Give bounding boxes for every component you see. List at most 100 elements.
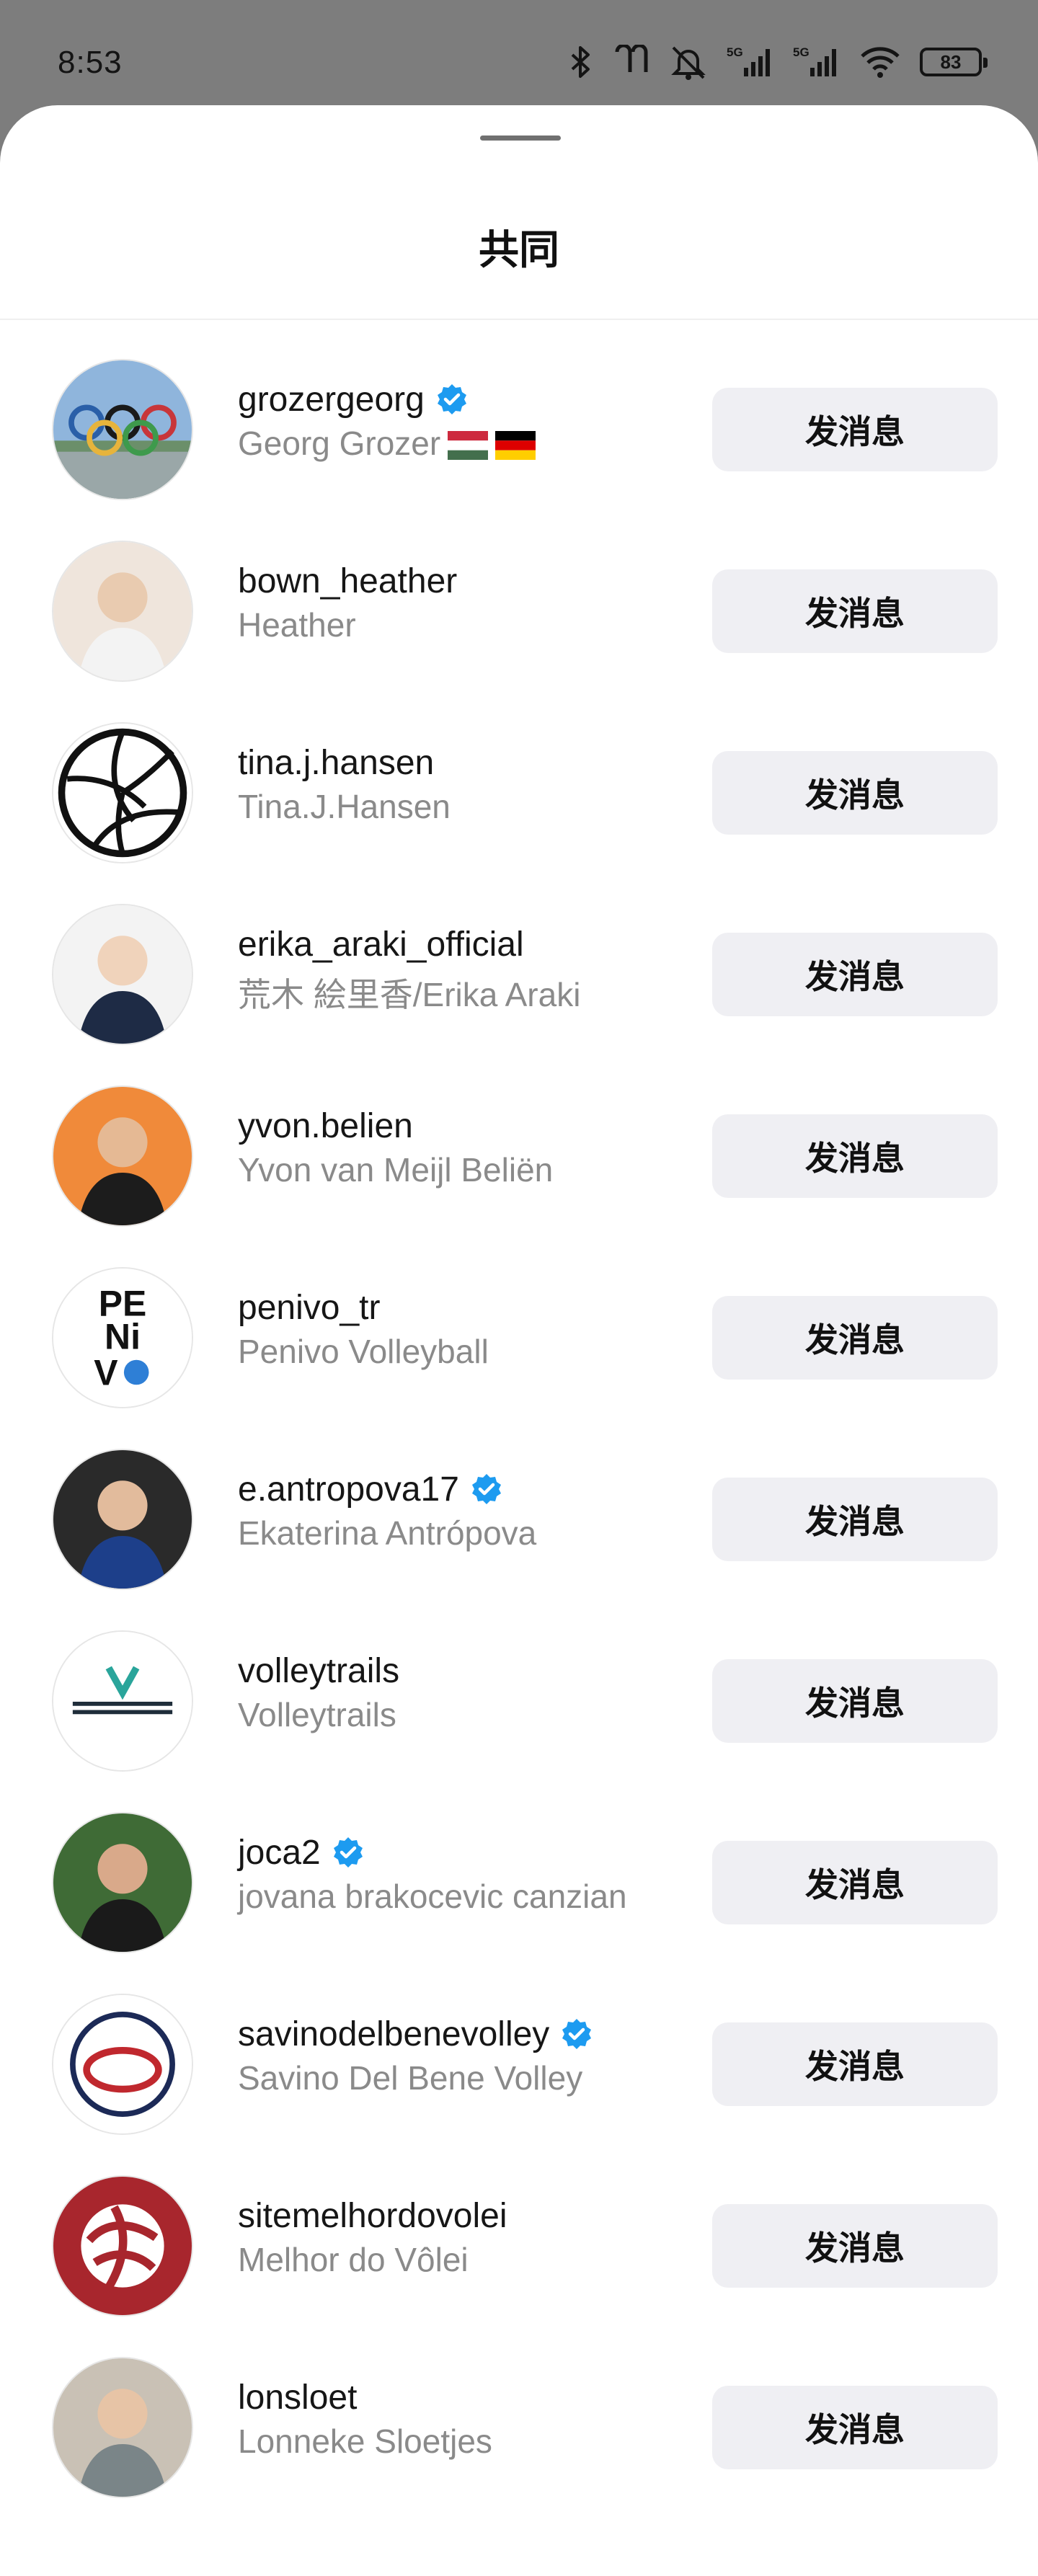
wifi-icon: [859, 45, 901, 79]
full-name-line: Heather: [238, 605, 457, 644]
list-item[interactable]: bown_heather Heather 发消息: [0, 518, 1038, 699]
list-item[interactable]: lonsloet Lonneke Sloetjes 发消息: [0, 2334, 1038, 2515]
list-item[interactable]: e.antropova17 Ekaterina Antrópova 发消息: [0, 1426, 1038, 1607]
username[interactable]: tina.j.hansen: [238, 743, 434, 783]
avatar[interactable]: [52, 359, 193, 500]
message-button[interactable]: 发消息: [712, 2022, 998, 2106]
full-name-line: Lonneke Sloetjes: [238, 2422, 492, 2461]
full-name-line: Tina.J.Hansen: [238, 787, 451, 826]
full-name-line: Yvon van Meijl Beliën: [238, 1150, 553, 1189]
full-name: Georg Grozer: [238, 425, 441, 462]
full-name-line: Georg Grozer: [238, 424, 536, 463]
user-names: tina.j.hansen Tina.J.Hansen: [238, 740, 451, 826]
username[interactable]: volleytrails: [238, 1651, 399, 1691]
avatar[interactable]: [52, 1994, 193, 2135]
username-line: lonsloet: [238, 2374, 492, 2420]
message-button[interactable]: 发消息: [712, 2386, 998, 2469]
avatar[interactable]: PE Ni V: [52, 1267, 193, 1408]
avatar[interactable]: [52, 2357, 193, 2498]
verified-badge-icon: [559, 2017, 594, 2051]
full-name-line: 荒木 絵里香/Erika Araki: [238, 969, 580, 1016]
full-name: Penivo Volleyball: [238, 1333, 489, 1370]
username-line: savinodelbenevolley: [238, 2011, 594, 2057]
user-names: penivo_tr Penivo Volleyball: [238, 1284, 489, 1371]
username-line: penivo_tr: [238, 1284, 489, 1331]
message-button[interactable]: 发消息: [712, 1114, 998, 1198]
username[interactable]: joca2: [238, 1833, 321, 1873]
username-line: joca2: [238, 1829, 627, 1875]
user-names: yvon.belien Yvon van Meijl Beliën: [238, 1103, 553, 1189]
full-name: Melhor do Vôlei: [238, 2241, 469, 2278]
signal-icon: 5G: [727, 45, 774, 79]
username[interactable]: penivo_tr: [238, 1288, 380, 1328]
list-item[interactable]: joca2 jovana brakocevic canzian 发消息: [0, 1789, 1038, 1971]
username-line: grozergeorg: [238, 376, 536, 422]
avatar[interactable]: [52, 722, 193, 863]
list-item[interactable]: savinodelbenevolley Savino Del Bene Volle…: [0, 1971, 1038, 2152]
full-name: jovana brakocevic canzian: [238, 1878, 627, 1915]
full-name-line: Savino Del Bene Volley: [238, 2058, 594, 2097]
list-item[interactable]: grozergeorg Georg Grozer 发消息: [0, 336, 1038, 518]
full-name-line: Melhor do Vôlei: [238, 2240, 507, 2279]
message-button[interactable]: 发消息: [712, 1296, 998, 1380]
bluetooth-icon: [568, 45, 594, 79]
username[interactable]: grozergeorg: [238, 380, 425, 419]
user-names: grozergeorg Georg Grozer: [238, 376, 536, 463]
message-button[interactable]: 发消息: [712, 751, 998, 835]
user-names: savinodelbenevolley Savino Del Bene Volle…: [238, 2011, 594, 2097]
list-item[interactable]: PE Ni V penivo_tr Penivo Volleyball 发消息: [0, 1244, 1038, 1426]
username[interactable]: lonsloet: [238, 2378, 357, 2417]
full-name: Yvon van Meijl Beliën: [238, 1151, 554, 1189]
username[interactable]: erika_araki_official: [238, 925, 524, 964]
list-item[interactable]: erika_araki_official 荒木 絵里香/Erika Araki 发消…: [0, 881, 1038, 1062]
username[interactable]: e.antropova17: [238, 1470, 459, 1509]
username-line: e.antropova17: [238, 1466, 536, 1512]
message-button[interactable]: 发消息: [712, 933, 998, 1016]
username[interactable]: yvon.belien: [238, 1106, 413, 1146]
sheet-drag-handle[interactable]: [480, 136, 561, 141]
full-name-line: Ekaterina Antrópova: [238, 1514, 536, 1553]
username-line: volleytrails: [238, 1648, 399, 1694]
user-names: sitemelhordovolei Melhor do Vôlei: [238, 2193, 507, 2279]
message-button[interactable]: 发消息: [712, 1659, 998, 1743]
full-name-line: jovana brakocevic canzian: [238, 1877, 627, 1916]
status-bar: 8:53 5G 5G 83: [0, 0, 1038, 108]
svg-text:V: V: [94, 1352, 117, 1393]
full-name-line: Volleytrails: [238, 1695, 399, 1734]
message-button[interactable]: 发消息: [712, 1841, 998, 1924]
avatar[interactable]: [52, 1085, 193, 1227]
list-item[interactable]: yvon.belien Yvon van Meijl Beliën 发消息: [0, 1062, 1038, 1244]
username-line: tina.j.hansen: [238, 740, 451, 786]
network-label-2: 5G: [793, 45, 809, 59]
message-button[interactable]: 发消息: [712, 388, 998, 471]
user-names: volleytrails Volleytrails: [238, 1648, 399, 1734]
avatar[interactable]: [52, 904, 193, 1045]
avatar[interactable]: [52, 1449, 193, 1590]
user-names: e.antropova17 Ekaterina Antrópova: [238, 1466, 536, 1553]
earbuds-icon: [613, 45, 650, 79]
list-item[interactable]: tina.j.hansen Tina.J.Hansen 发消息: [0, 699, 1038, 881]
status-icons: 5G 5G 83: [568, 42, 988, 82]
list-item[interactable]: sitemelhordovolei Melhor do Vôlei 发消息: [0, 2152, 1038, 2334]
message-button[interactable]: 发消息: [712, 569, 998, 653]
message-button[interactable]: 发消息: [712, 1478, 998, 1561]
message-button[interactable]: 发消息: [712, 2204, 998, 2288]
avatar[interactable]: [52, 1812, 193, 1953]
username[interactable]: sitemelhordovolei: [238, 2196, 507, 2236]
user-names: erika_araki_official 荒木 絵里香/Erika Araki: [238, 921, 580, 1016]
header-divider: [0, 319, 1038, 320]
full-name: Lonneke Sloetjes: [238, 2422, 492, 2460]
avatar[interactable]: [52, 1630, 193, 1772]
signal-icon: 5G: [793, 45, 840, 79]
user-names: lonsloet Lonneke Sloetjes: [238, 2374, 492, 2461]
verified-badge-icon: [435, 382, 469, 417]
full-name: 荒木 絵里香/Erika Araki: [238, 976, 581, 1013]
list-item[interactable]: volleytrails Volleytrails 发消息: [0, 1607, 1038, 1789]
user-names: joca2 jovana brakocevic canzian: [238, 1829, 627, 1916]
battery-level: 83: [940, 50, 962, 73]
battery-icon: 83: [920, 48, 988, 76]
avatar[interactable]: [52, 541, 193, 682]
username[interactable]: bown_heather: [238, 561, 457, 601]
avatar[interactable]: [52, 2175, 193, 2317]
username[interactable]: savinodelbenevolley: [238, 2015, 549, 2054]
